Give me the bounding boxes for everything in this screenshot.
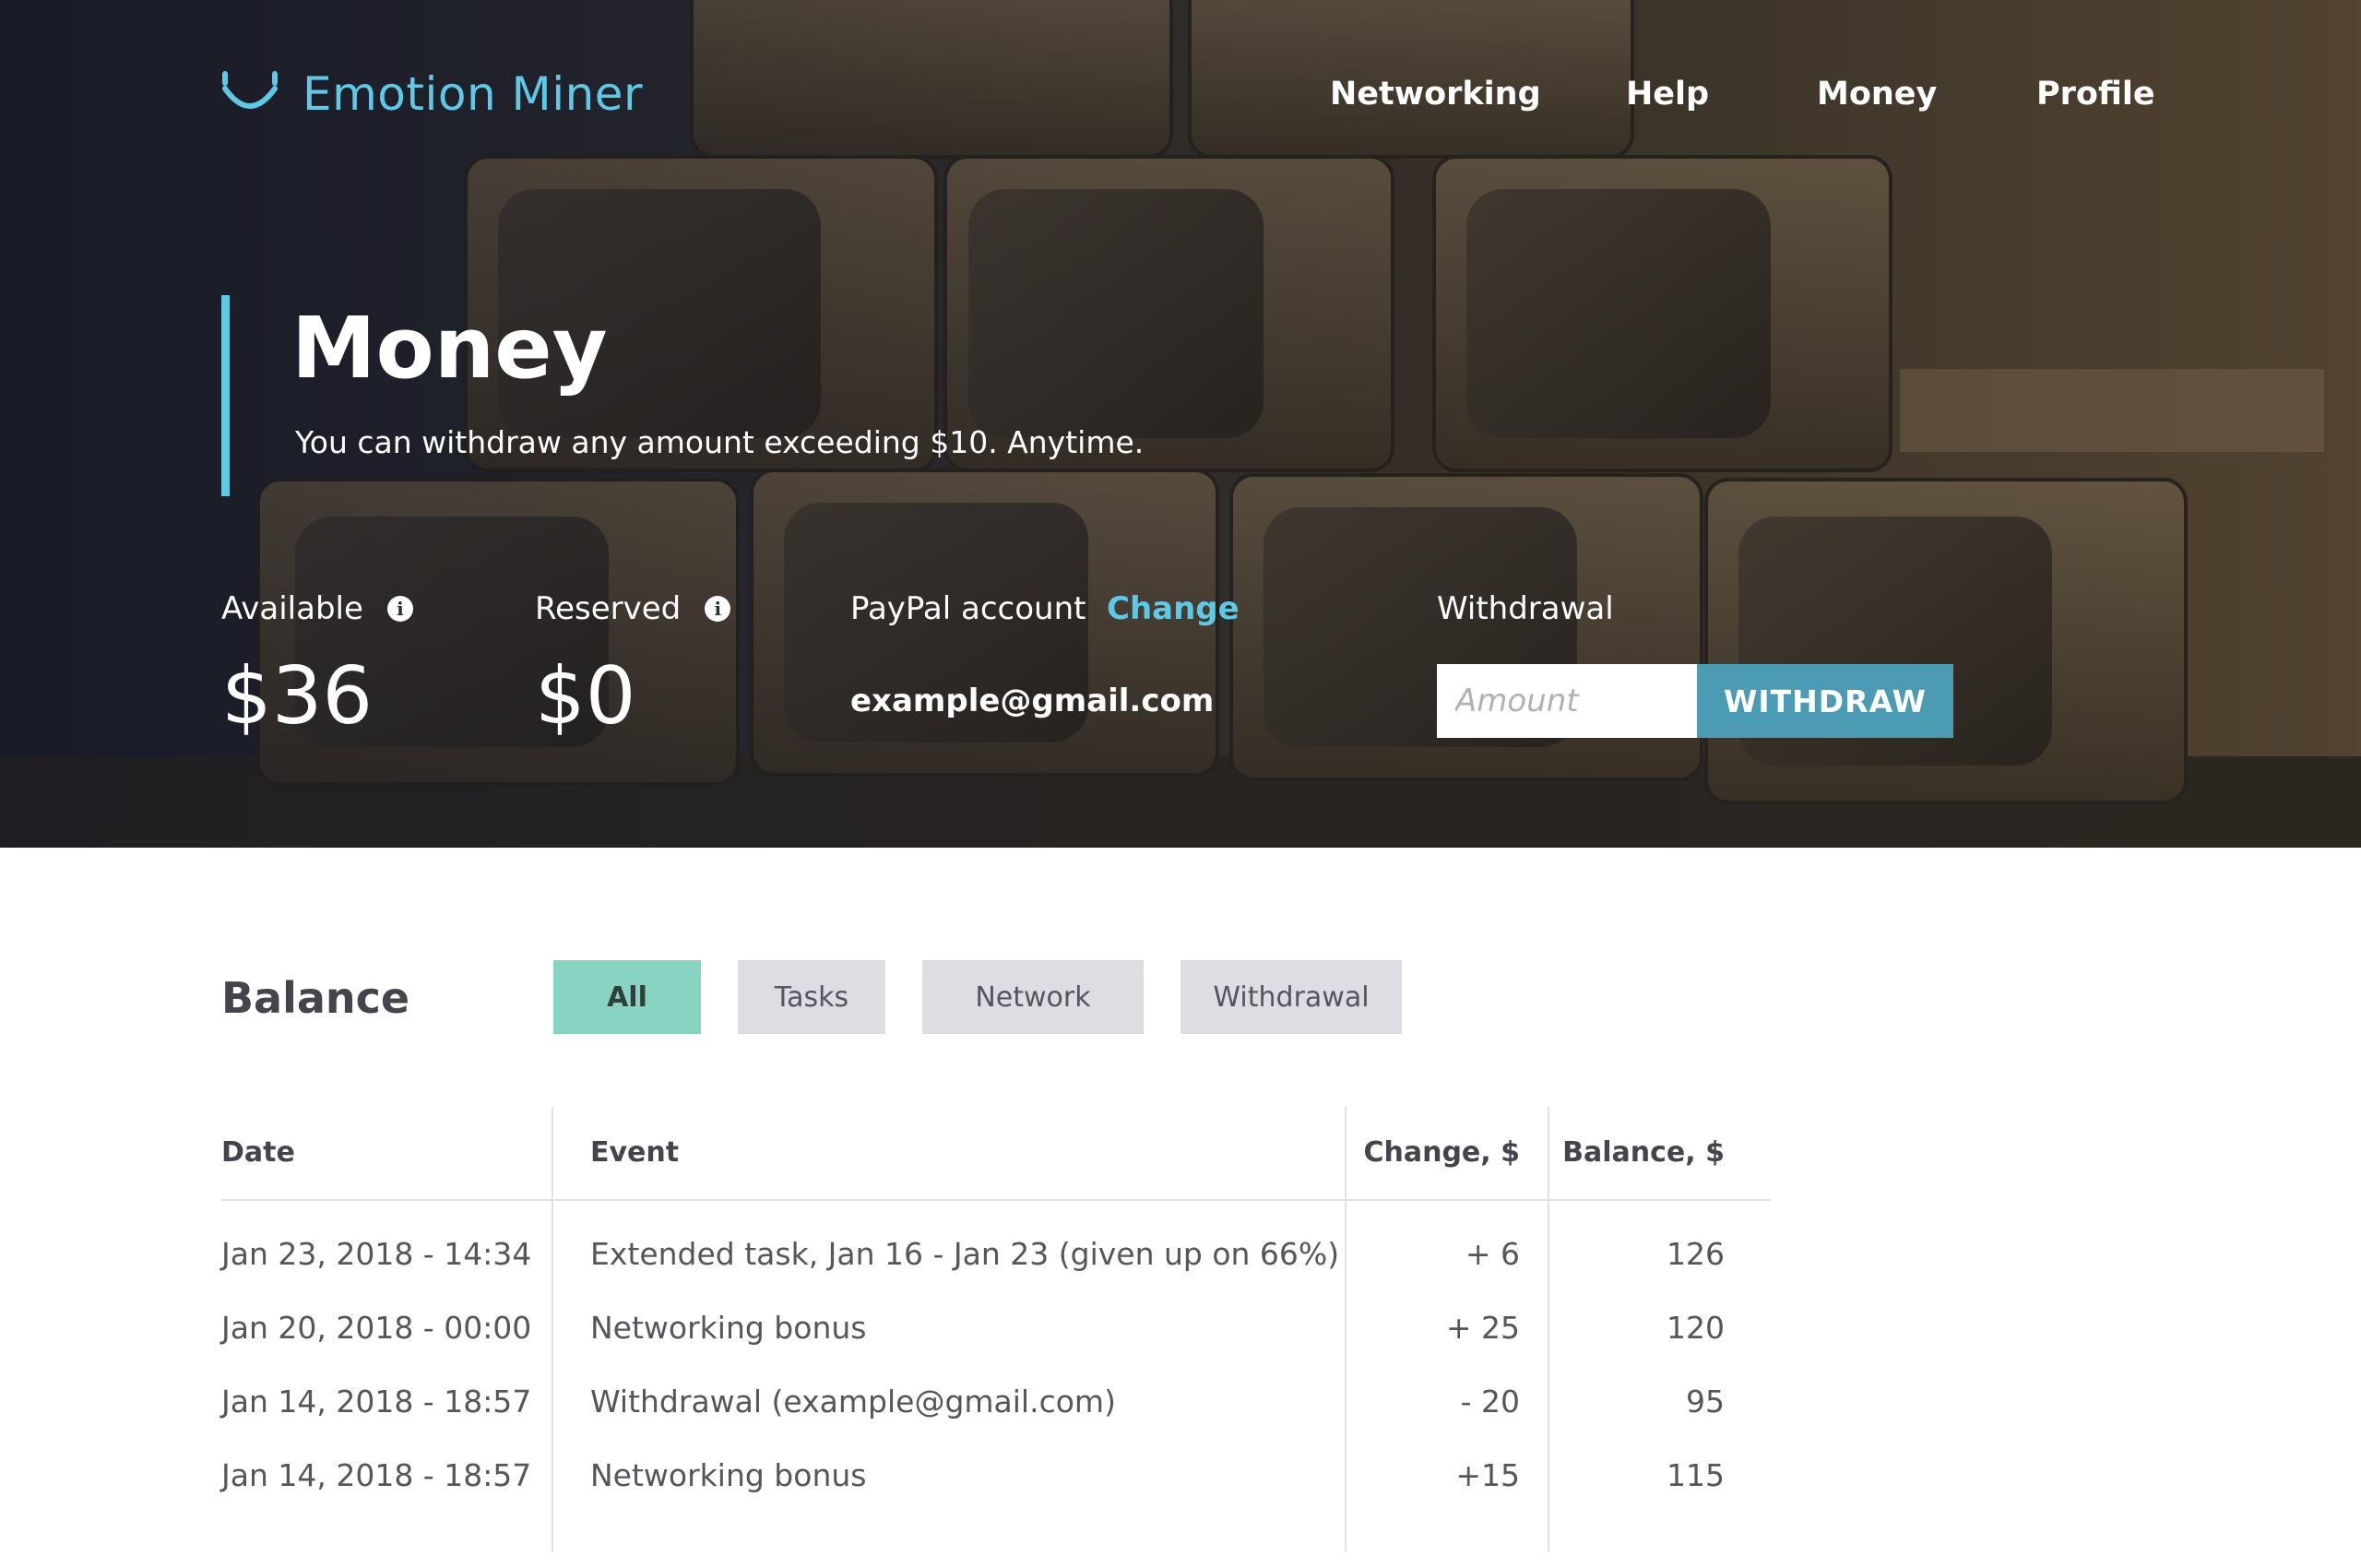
reserved-value: $0 xyxy=(535,650,636,742)
app-name: Emotion Miner xyxy=(303,67,644,121)
row-event: Withdrawal (example@gmail.com) xyxy=(590,1384,1116,1420)
available-label-text: Available xyxy=(221,590,363,627)
filter-tasks[interactable]: Tasks xyxy=(738,960,885,1034)
row-event: Networking bonus xyxy=(590,1457,867,1493)
column-header-change: Change, $ xyxy=(1363,1136,1520,1169)
column-divider xyxy=(552,1107,553,1551)
change-paypal-link[interactable]: Change xyxy=(1107,587,1240,631)
amount-input[interactable] xyxy=(1437,664,1697,738)
row-event: Networking bonus xyxy=(590,1310,867,1346)
row-balance: 126 xyxy=(1667,1236,1725,1272)
column-divider xyxy=(1548,1107,1549,1551)
reserved-label: Reserved i xyxy=(535,587,731,631)
row-date: Jan 14, 2018 - 18:57 xyxy=(221,1457,532,1493)
row-change: - 20 xyxy=(1460,1384,1520,1420)
header-divider xyxy=(221,1199,1771,1201)
info-icon[interactable]: i xyxy=(386,596,413,622)
withdrawal-label: Withdrawal xyxy=(1437,590,1614,627)
available-label: Available i xyxy=(221,587,413,631)
info-icon[interactable]: i xyxy=(705,596,731,622)
row-date: Jan 14, 2018 - 18:57 xyxy=(221,1384,532,1420)
balance-title: Balance xyxy=(221,973,410,1023)
withdraw-button[interactable]: WITHDRAW xyxy=(1697,664,1953,738)
hero-banner: Emotion Miner Networking Help Money Prof… xyxy=(0,0,2361,848)
nav-help[interactable]: Help xyxy=(1626,66,1709,122)
available-value: $36 xyxy=(221,650,374,742)
filter-network[interactable]: Network xyxy=(922,960,1144,1034)
page-title: Money xyxy=(291,299,608,398)
reserved-label-text: Reserved xyxy=(535,590,682,627)
row-balance: 115 xyxy=(1667,1457,1725,1493)
filter-all[interactable]: All xyxy=(553,960,701,1034)
column-header-event: Event xyxy=(590,1136,680,1169)
row-date: Jan 20, 2018 - 00:00 xyxy=(221,1310,532,1346)
row-event: Extended task, Jan 16 - Jan 23 (given up… xyxy=(590,1236,1340,1272)
app-logo[interactable]: Emotion Miner xyxy=(219,61,643,127)
balance-table: Date Event Change, $ Balance, $ Jan 23, … xyxy=(221,1107,1771,1551)
column-header-balance: Balance, $ xyxy=(1562,1136,1725,1169)
title-accent-bar xyxy=(221,295,230,496)
column-header-date: Date xyxy=(221,1136,295,1169)
row-balance: 95 xyxy=(1686,1384,1725,1420)
paypal-email: example@gmail.com xyxy=(850,683,1215,719)
row-change: +15 xyxy=(1455,1457,1520,1493)
row-change: + 6 xyxy=(1465,1236,1520,1272)
row-date: Jan 23, 2018 - 14:34 xyxy=(221,1236,532,1272)
nav-money[interactable]: Money xyxy=(1817,66,1937,122)
row-balance: 120 xyxy=(1667,1310,1725,1346)
column-divider xyxy=(1345,1107,1347,1551)
nav-profile[interactable]: Profile xyxy=(2036,66,2155,122)
row-change: + 25 xyxy=(1445,1310,1520,1346)
filter-withdrawal[interactable]: Withdrawal xyxy=(1180,960,1402,1034)
paypal-label: PayPal account xyxy=(850,590,1086,627)
nav-networking[interactable]: Networking xyxy=(1330,66,1541,122)
smile-logo-icon xyxy=(222,71,278,109)
page-subtitle: You can withdraw any amount exceeding $1… xyxy=(295,424,1145,460)
